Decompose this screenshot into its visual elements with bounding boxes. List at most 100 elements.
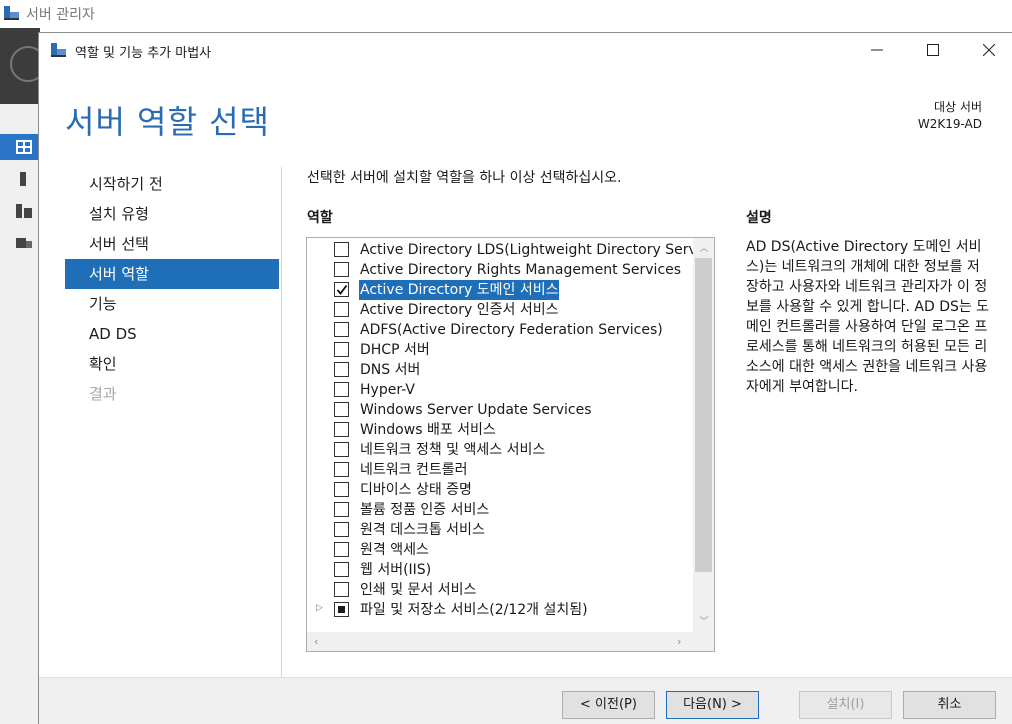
role-checkbox[interactable] <box>334 242 349 257</box>
role-item[interactable]: Active Directory 인증서 서비스 <box>307 300 693 320</box>
role-label[interactable]: 인쇄 및 문서 서비스 <box>359 580 477 600</box>
install-button[interactable]: 설치(I) <box>799 691 892 719</box>
expand-arrow-icon[interactable]: ▷ <box>316 603 326 615</box>
nav-all-servers[interactable] <box>0 198 40 224</box>
cancel-button[interactable]: 취소 <box>903 691 996 719</box>
scroll-left-icon[interactable]: ‹ <box>314 635 318 648</box>
close-icon <box>983 44 995 56</box>
role-label[interactable]: Hyper-V <box>359 380 416 400</box>
role-item[interactable]: 디바이스 상태 증명 <box>307 480 693 500</box>
role-item[interactable]: 원격 데스크톱 서비스 <box>307 520 693 540</box>
nav-dashboard[interactable] <box>0 134 40 160</box>
role-item[interactable]: ▷ 파일 및 저장소 서비스(2/12개 설치됨) <box>307 600 693 620</box>
target-server-label: 대상 서버 <box>934 100 982 114</box>
role-checkbox[interactable] <box>334 422 349 437</box>
vertical-scrollbar[interactable]: ︿ ﹀ <box>693 238 714 632</box>
role-item[interactable]: 원격 액세스 <box>307 540 693 560</box>
role-label[interactable]: ADFS(Active Directory Federation Service… <box>359 320 664 340</box>
role-label[interactable]: Windows Server Update Services <box>359 400 593 420</box>
maximize-button[interactable] <box>910 33 956 67</box>
role-checkbox[interactable] <box>334 502 349 517</box>
role-label[interactable]: Active Directory 인증서 서비스 <box>359 300 559 320</box>
role-label[interactable]: Active Directory 도메인 서비스 <box>359 280 560 300</box>
role-label[interactable]: 디바이스 상태 증명 <box>359 480 473 500</box>
role-checkbox[interactable] <box>334 402 349 417</box>
role-checkbox[interactable] <box>334 262 349 277</box>
step-item[interactable]: 확인 <box>65 349 279 379</box>
role-checkbox[interactable] <box>334 302 349 317</box>
wizard-title: 역할 및 기능 추가 마법사 <box>75 46 212 61</box>
role-label[interactable]: 원격 데스크톱 서비스 <box>359 520 486 540</box>
role-item[interactable]: Windows Server Update Services <box>307 400 693 420</box>
scroll-up-icon[interactable]: ︿ <box>698 241 710 254</box>
scroll-right-icon[interactable]: › <box>677 635 681 648</box>
role-item[interactable]: 인쇄 및 문서 서비스 <box>307 580 693 600</box>
role-item[interactable]: Windows 배포 서비스 <box>307 420 693 440</box>
role-item[interactable]: 네트워크 정책 및 액세스 서비스 <box>307 440 693 460</box>
local-server-icon <box>20 172 26 186</box>
role-label[interactable]: 파일 및 저장소 서비스(2/12개 설치됨) <box>359 600 589 620</box>
server-manager-title: 서버 관리자 <box>26 7 95 23</box>
server-manager-titlebar: 서버 관리자 <box>0 0 1012 28</box>
step-item[interactable]: 기능 <box>65 289 279 319</box>
description-header: 설명 <box>746 210 772 226</box>
nav-local-server[interactable] <box>0 166 40 192</box>
role-label[interactable]: 볼륨 정품 인증 서비스 <box>359 500 490 520</box>
step-item[interactable]: 시작하기 전 <box>65 169 279 199</box>
role-label[interactable]: Active Directory Rights Management Servi… <box>359 260 682 280</box>
role-checkbox[interactable] <box>334 482 349 497</box>
role-item[interactable]: 네트워크 컨트롤러 <box>307 460 693 480</box>
server-manager-icon <box>51 43 66 57</box>
role-item[interactable]: 볼륨 정품 인증 서비스 <box>307 500 693 520</box>
role-checkbox[interactable] <box>334 462 349 477</box>
step-item[interactable]: 서버 선택 <box>65 229 279 259</box>
role-label[interactable]: 원격 액세스 <box>359 540 430 560</box>
role-label[interactable]: DNS 서버 <box>359 360 421 380</box>
step-item[interactable]: 서버 역할 <box>65 259 279 289</box>
role-item[interactable]: ADFS(Active Directory Federation Service… <box>307 320 693 340</box>
minimize-button[interactable] <box>854 33 900 67</box>
role-label[interactable]: 네트워크 컨트롤러 <box>359 460 469 480</box>
role-checkbox[interactable] <box>334 542 349 557</box>
checkmark-icon <box>336 284 348 295</box>
role-item[interactable]: Hyper-V <box>307 380 693 400</box>
role-checkbox[interactable] <box>334 322 349 337</box>
file-storage-icon <box>16 238 32 248</box>
role-label[interactable]: Windows 배포 서비스 <box>359 420 497 440</box>
role-checkbox[interactable] <box>334 362 349 377</box>
close-button[interactable] <box>966 33 1012 67</box>
role-checkbox[interactable] <box>334 582 349 597</box>
role-checkbox[interactable] <box>334 562 349 577</box>
role-checkbox[interactable] <box>334 602 349 617</box>
role-checkbox[interactable] <box>334 342 349 357</box>
scroll-down-icon[interactable]: ﹀ <box>698 614 710 627</box>
steps-divider <box>281 167 282 677</box>
step-item[interactable]: AD DS <box>65 319 279 349</box>
role-checkbox[interactable] <box>334 382 349 397</box>
nav-file-storage[interactable] <box>0 230 40 256</box>
role-item[interactable]: DHCP 서버 <box>307 340 693 360</box>
role-label[interactable]: Active Directory LDS(Lightweight Directo… <box>359 240 693 260</box>
role-item[interactable]: Active Directory LDS(Lightweight Directo… <box>307 240 693 260</box>
step-item[interactable]: 설치 유형 <box>65 199 279 229</box>
role-item[interactable]: DNS 서버 <box>307 360 693 380</box>
previous-button[interactable]: < 이전(P) <box>562 691 655 719</box>
role-checkbox[interactable] <box>334 522 349 537</box>
scrollbar-thumb[interactable] <box>695 258 712 572</box>
horizontal-scrollbar[interactable]: ‹ › <box>307 632 714 651</box>
wizard-titlebar: 역할 및 기능 추가 마법사 <box>39 33 1012 67</box>
target-server-name: W2K19-AD <box>917 117 982 131</box>
role-checkbox[interactable] <box>334 442 349 457</box>
roles-tree[interactable]: Active Directory LDS(Lightweight Directo… <box>306 237 715 652</box>
role-item[interactable]: Active Directory 도메인 서비스 <box>307 280 693 300</box>
role-item[interactable]: 웹 서버(IIS) <box>307 560 693 580</box>
maximize-icon <box>927 44 939 56</box>
step-item: 결과 <box>89 385 117 403</box>
role-label[interactable]: 웹 서버(IIS) <box>359 560 432 580</box>
next-button[interactable]: 다음(N) > <box>666 691 759 719</box>
role-checkbox[interactable] <box>334 282 349 297</box>
role-item[interactable]: Active Directory Rights Management Servi… <box>307 260 693 280</box>
all-servers-icon <box>16 204 32 218</box>
role-label[interactable]: 네트워크 정책 및 액세스 서비스 <box>359 440 546 460</box>
role-label[interactable]: DHCP 서버 <box>359 340 431 360</box>
